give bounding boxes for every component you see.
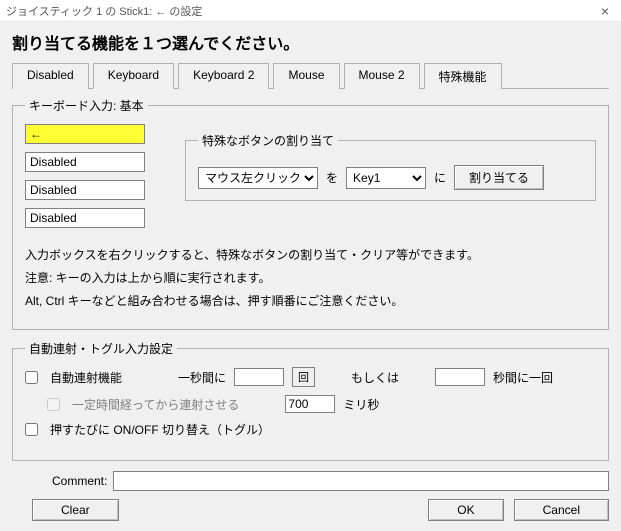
- special-combo-action[interactable]: マウス左クリック: [198, 167, 318, 189]
- per-second-input[interactable]: [234, 368, 284, 386]
- delay-input[interactable]: [285, 395, 335, 413]
- toggle-checkbox[interactable]: [25, 423, 38, 436]
- note-order: 注意: キーの入力は上から順に実行されます。: [25, 269, 596, 286]
- title-bar: ジョイスティック 1 の Stick1: ← の設定 ×: [0, 0, 621, 22]
- close-icon[interactable]: ×: [595, 3, 615, 19]
- tab-mouse2[interactable]: Mouse 2: [344, 63, 420, 89]
- autofire-label: 自動連射機能: [50, 369, 122, 386]
- comment-label: Comment:: [52, 474, 107, 488]
- assign-button[interactable]: 割り当てる: [454, 165, 544, 190]
- autofire-group: 自動連射・トグル入力設定 自動連射機能 一秒間に 回 もしくは 秒間に一回 一定…: [12, 340, 609, 461]
- tab-keyboard[interactable]: Keyboard: [93, 63, 174, 89]
- ok-button[interactable]: OK: [428, 499, 503, 521]
- keyboard-basic-group: キーボード入力: 基本 特殊なボタンの割り当て マウス左クリック を Key1: [12, 97, 609, 330]
- note-rightclick: 入力ボックスを右クリックすると、特殊なボタンの割り当て・クリア等ができます。: [25, 246, 596, 263]
- label-wo: を: [326, 169, 338, 186]
- key-input-4[interactable]: [25, 208, 145, 228]
- clear-button[interactable]: Clear: [32, 499, 119, 521]
- special-assign-group: 特殊なボタンの割り当て マウス左クリック を Key1 に 割り当てる: [185, 132, 596, 201]
- autofire-checkbox[interactable]: [25, 371, 38, 384]
- seconds-label: 秒間に一回: [493, 369, 553, 386]
- autofire-legend: 自動連射・トグル入力設定: [25, 340, 177, 357]
- tab-special[interactable]: 特殊機能: [424, 63, 502, 89]
- comment-input[interactable]: [113, 471, 609, 491]
- delay-checkbox: [47, 398, 60, 411]
- tab-keyboard2[interactable]: Keyboard 2: [178, 63, 269, 89]
- key-input-3[interactable]: [25, 180, 145, 200]
- ms-label: ミリ秒: [343, 396, 379, 413]
- cancel-button[interactable]: Cancel: [514, 499, 609, 521]
- key-input-2[interactable]: [25, 152, 145, 172]
- seconds-input[interactable]: [435, 368, 485, 386]
- delay-label: 一定時間経ってから連射させる: [72, 396, 239, 413]
- key-input-1[interactable]: [25, 124, 145, 144]
- note-modifier: Alt, Ctrl キーなどと組み合わせる場合は、押す順番にご注意ください。: [25, 292, 596, 309]
- kai-label: 回: [292, 367, 315, 387]
- keyboard-basic-legend: キーボード入力: 基本: [25, 97, 148, 114]
- tab-disabled[interactable]: Disabled: [12, 63, 89, 89]
- toggle-label: 押すたびに ON/OFF 切り替え（トグル）: [50, 421, 270, 438]
- per-second-label: 一秒間に: [178, 369, 226, 386]
- window-title: ジョイスティック 1 の Stick1: ← の設定: [6, 3, 202, 19]
- page-heading: 割り当てる機能を１つ選んでください。: [12, 30, 609, 54]
- tab-mouse[interactable]: Mouse: [273, 63, 339, 89]
- special-combo-key[interactable]: Key1: [346, 167, 426, 189]
- special-assign-legend: 特殊なボタンの割り当て: [198, 132, 338, 149]
- label-ni: に: [434, 169, 446, 186]
- tab-strip: Disabled Keyboard Keyboard 2 Mouse Mouse…: [12, 62, 609, 89]
- or-label: もしくは: [351, 369, 399, 386]
